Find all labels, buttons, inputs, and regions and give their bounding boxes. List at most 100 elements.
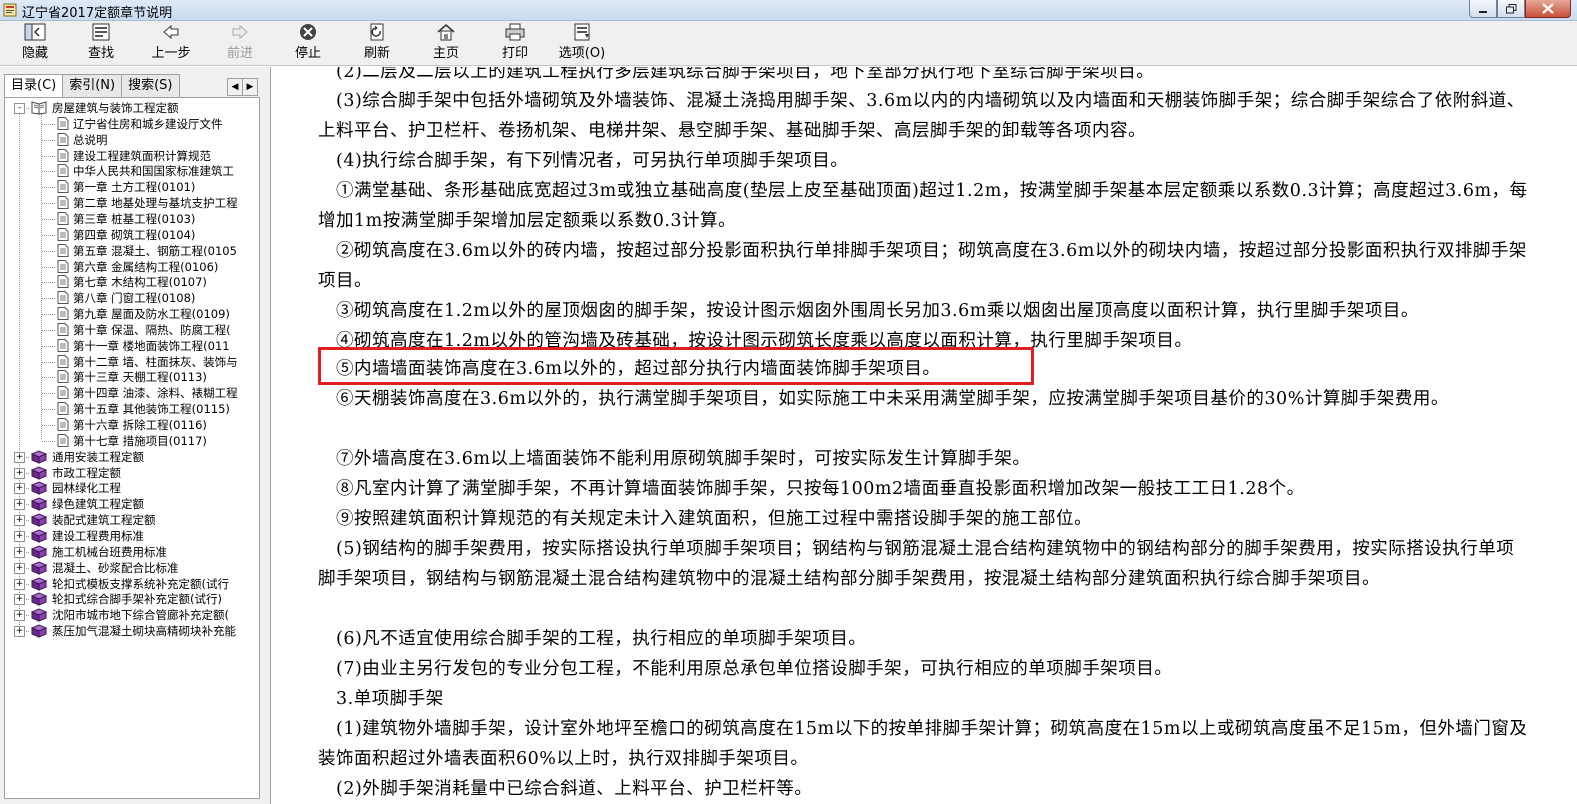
tree-item-chapter[interactable]: 第十章 保温、隔热、防腐工程( bbox=[5, 322, 259, 338]
paragraph-text: ①满堂基础、条形基础底宽超过3m或独立基础高度(垫层上皮至基础顶面)超过1.2m… bbox=[318, 181, 1528, 231]
tree-item-label: 辽宁省住房和城乡建设厅文件 bbox=[73, 116, 223, 131]
back-icon bbox=[163, 24, 179, 40]
tree-item-label: 施工机械台班费用标准 bbox=[52, 544, 167, 559]
tree-guide-line bbox=[42, 282, 55, 284]
tree-item-label: 市政工程定额 bbox=[52, 465, 121, 480]
paragraph-text: (6)凡不适宜使用综合脚手架的工程，执行相应的单项脚手架项目。 bbox=[336, 629, 867, 649]
tree-item-book[interactable]: + 园林绿化工程 bbox=[5, 480, 259, 496]
tree-item-chapter[interactable]: 中华人民共和国国家标准建筑工 bbox=[5, 163, 259, 179]
tree-item-chapter[interactable]: 第二章 地基处理与基坑支护工程 bbox=[5, 195, 259, 211]
contents-tree[interactable]: - 房屋建筑与装饰工程定额 辽宁省住房和城乡建设厅文件 总说明 建设工程建筑面积计算规范… bbox=[4, 97, 260, 799]
tree-item-label: 绿色建筑工程定额 bbox=[52, 497, 144, 512]
tree-item-book[interactable]: + 通用安装工程定额 bbox=[5, 449, 259, 465]
tab-index[interactable]: 索引(N) bbox=[62, 74, 123, 97]
close-button[interactable] bbox=[1525, 0, 1571, 18]
paragraph-text: (2)二层及二层以上的建筑工程执行多层建筑综合脚手架项目，地下室部分执行地下室综… bbox=[336, 67, 1155, 82]
paragraph-text: ②砌筑高度在3.6m以外的砖内墙，按超过部分投影面积执行单排脚手架项目；砌筑高度… bbox=[318, 241, 1527, 291]
tree-item-label: 房屋建筑与装饰工程定额 bbox=[52, 101, 179, 115]
tree-item-label: 第九章 屋面及防水工程(0109) bbox=[73, 307, 230, 322]
tree-item-chapter[interactable]: 建设工程建筑面积计算规范 bbox=[5, 148, 259, 164]
tree-item-label: 第八章 门窗工程(0108) bbox=[73, 291, 196, 306]
refresh-button[interactable]: 刷新 bbox=[358, 23, 396, 63]
tree-item-book[interactable]: + 沈阳市城市地下综合管廊补充定额( bbox=[5, 607, 259, 623]
paragraph-text: (4)执行综合脚手架，有下列情况者，可另执行单项脚手架项目。 bbox=[336, 151, 849, 171]
tree-item-chapter[interactable]: 第十一章 楼地面装饰工程(011 bbox=[5, 338, 259, 354]
tab-scroll-left-button[interactable]: ◀ bbox=[227, 78, 243, 96]
tree-item-chapter[interactable]: 第十七章 措施项目(0117) bbox=[5, 433, 259, 449]
tree-item-label: 第十二章 墙、柱面抹灰、装饰与 bbox=[73, 354, 238, 369]
forward-icon bbox=[232, 24, 248, 40]
tree-item-label: 装配式建筑工程定额 bbox=[52, 513, 156, 528]
paragraph-text: (7)由业主另行发包的专业分包工程，不能利用原总承包单位搭设脚手架，可执行相应的… bbox=[336, 659, 1173, 679]
tree-item-label: 第十四章 油漆、涂料、裱糊工程 bbox=[73, 386, 238, 401]
restore-icon bbox=[1505, 3, 1516, 13]
tree-guide-line bbox=[42, 234, 55, 236]
tree-item-chapter[interactable]: 第十二章 墙、柱面抹灰、装饰与 bbox=[5, 354, 259, 370]
home-button[interactable]: 主页 bbox=[427, 23, 465, 63]
tree-item-chapter[interactable]: 第十四章 油漆、涂料、裱糊工程 bbox=[5, 385, 259, 401]
content-paragraph: ②砌筑高度在3.6m以外的砖内墙，按超过部分投影面积执行单排脚手架项目；砌筑高度… bbox=[318, 237, 1528, 296]
tree-guide-line bbox=[42, 187, 55, 189]
tree-item-book[interactable]: + 施工机械台班费用标准 bbox=[5, 544, 259, 560]
tree-item-chapter[interactable]: 第十六章 拆除工程(0116) bbox=[5, 417, 259, 433]
restore-button[interactable] bbox=[1497, 0, 1525, 18]
content-paragraph: ⑥天棚装饰高度在3.6m以外的，执行满堂脚手架项目，如实际施工中未采用满堂脚手架… bbox=[318, 385, 1528, 415]
tree-item-chapter[interactable]: 第三章 桩基工程(0103) bbox=[5, 211, 259, 227]
stop-button[interactable]: 停止 bbox=[289, 23, 327, 63]
tree-guide-line bbox=[24, 615, 29, 617]
tree-item-book[interactable]: + 市政工程定额 bbox=[5, 465, 259, 481]
paragraph-text: ⑦外墙高度在3.6m以上墙面装饰不能利用原砌筑脚手架时，可按实际发生计算脚手架。 bbox=[336, 449, 1031, 469]
hide-button[interactable]: 隐藏 bbox=[16, 23, 54, 63]
tree-item-chapter[interactable]: 第五章 混凝土、钢筋工程(0105 bbox=[5, 243, 259, 259]
tree-item-book[interactable]: + 轮扣式模板支撑系统补充定额(试行 bbox=[5, 576, 259, 592]
content-paragraph: (2)外脚手架消耗量中已综合斜道、上料平台、护卫栏杆等。 bbox=[318, 775, 1528, 804]
app-icon bbox=[3, 3, 17, 17]
back-button[interactable]: 上一步 bbox=[146, 23, 196, 63]
nav-tabs: 目录(C) 索引(N) 搜索(S) bbox=[4, 74, 180, 100]
tree-item-chapter[interactable]: 总说明 bbox=[5, 132, 259, 148]
tree-item-book[interactable]: + 装配式建筑工程定额 bbox=[5, 512, 259, 528]
paragraph-text: (1)建筑物外墙脚手架，设计室外地坪至檐口的砌筑高度在15m以下的按单排脚手架计… bbox=[318, 719, 1528, 769]
tree-item-book[interactable]: + 混凝土、砂浆配合比标准 bbox=[5, 560, 259, 576]
tree-item-chapter[interactable]: 第十三章 天棚工程(0113) bbox=[5, 369, 259, 385]
tree-item-chapter[interactable]: 第一章 土方工程(0101) bbox=[5, 179, 259, 195]
tree-item-label: 第二章 地基处理与基坑支护工程 bbox=[73, 196, 238, 211]
tree-item-chapter[interactable]: 第四章 砌筑工程(0104) bbox=[5, 227, 259, 243]
tree-item-label: 轮扣式模板支撑系统补充定额(试行 bbox=[52, 576, 229, 591]
tab-search[interactable]: 搜索(S) bbox=[121, 74, 180, 97]
tree-item-chapter[interactable]: 第八章 门窗工程(0108) bbox=[5, 290, 259, 306]
tree-item-book[interactable]: + 蒸压加气混凝土砌块高精砌块补充能 bbox=[5, 623, 259, 639]
tree-item-label: 第十章 保温、隔热、防腐工程( bbox=[73, 322, 231, 337]
print-button[interactable]: 打印 bbox=[496, 23, 534, 63]
tree-item-book[interactable]: + 绿色建筑工程定额 bbox=[5, 496, 259, 512]
tree-item-chapter[interactable]: 辽宁省住房和城乡建设厅文件 bbox=[5, 116, 259, 132]
tree-item-chapter[interactable]: 第六章 金属结构工程(0106) bbox=[5, 259, 259, 275]
paragraph-text: ③砌筑高度在1.2m以外的屋顶烟囱的脚手架，按设计图示烟囱外围周长另加3.6m乘… bbox=[336, 301, 1419, 321]
tree-item-chapter[interactable]: 第九章 屋面及防水工程(0109) bbox=[5, 306, 259, 322]
tree-guide-line bbox=[42, 218, 55, 220]
content-paragraph: ①满堂基础、条形基础底宽超过3m或独立基础高度(垫层上皮至基础顶面)超过1.2m… bbox=[318, 177, 1528, 236]
forward-button[interactable]: 前进 bbox=[220, 23, 260, 63]
tree-guide-line bbox=[24, 472, 29, 474]
tree-item-root[interactable]: - 房屋建筑与装饰工程定额 bbox=[5, 100, 259, 116]
tree-item-chapter[interactable]: 第七章 木结构工程(0107) bbox=[5, 274, 259, 290]
tree-item-label: 第十七章 措施项目(0117) bbox=[73, 433, 207, 448]
tree-guide-line bbox=[42, 250, 55, 252]
tree-item-chapter[interactable]: 第十五章 其他装饰工程(0115) bbox=[5, 401, 259, 417]
find-icon bbox=[92, 23, 110, 41]
content-pane[interactable]: (2)二层及二层以上的建筑工程执行多层建筑综合脚手架项目，地下室部分执行地下室综… bbox=[276, 67, 1577, 804]
tree-guide-line bbox=[42, 329, 55, 331]
find-button[interactable]: 查找 bbox=[82, 23, 120, 63]
tree-guide-line bbox=[24, 108, 29, 109]
tab-scroll-right-button[interactable]: ▶ bbox=[242, 78, 258, 96]
tree-item-book[interactable]: + 建设工程费用标准 bbox=[5, 528, 259, 544]
minimize-button[interactable] bbox=[1469, 0, 1497, 18]
tree-guide-line bbox=[24, 583, 29, 585]
paragraph-text: (2)外脚手架消耗量中已综合斜道、上料平台、护卫栏杆等。 bbox=[336, 779, 813, 799]
tree-guide-line bbox=[42, 266, 55, 268]
paragraph-text: ⑥天棚装饰高度在3.6m以外的，执行满堂脚手架项目，如实际施工中未采用满堂脚手架… bbox=[336, 389, 1449, 409]
options-button[interactable]: 选项(O) bbox=[554, 23, 610, 63]
window-title: 辽宁省2017定额章节说明 bbox=[22, 6, 173, 21]
tree-item-book[interactable]: + 轮扣式综合脚手架补充定额(试行) bbox=[5, 591, 259, 607]
tree-guide-line bbox=[24, 520, 29, 522]
